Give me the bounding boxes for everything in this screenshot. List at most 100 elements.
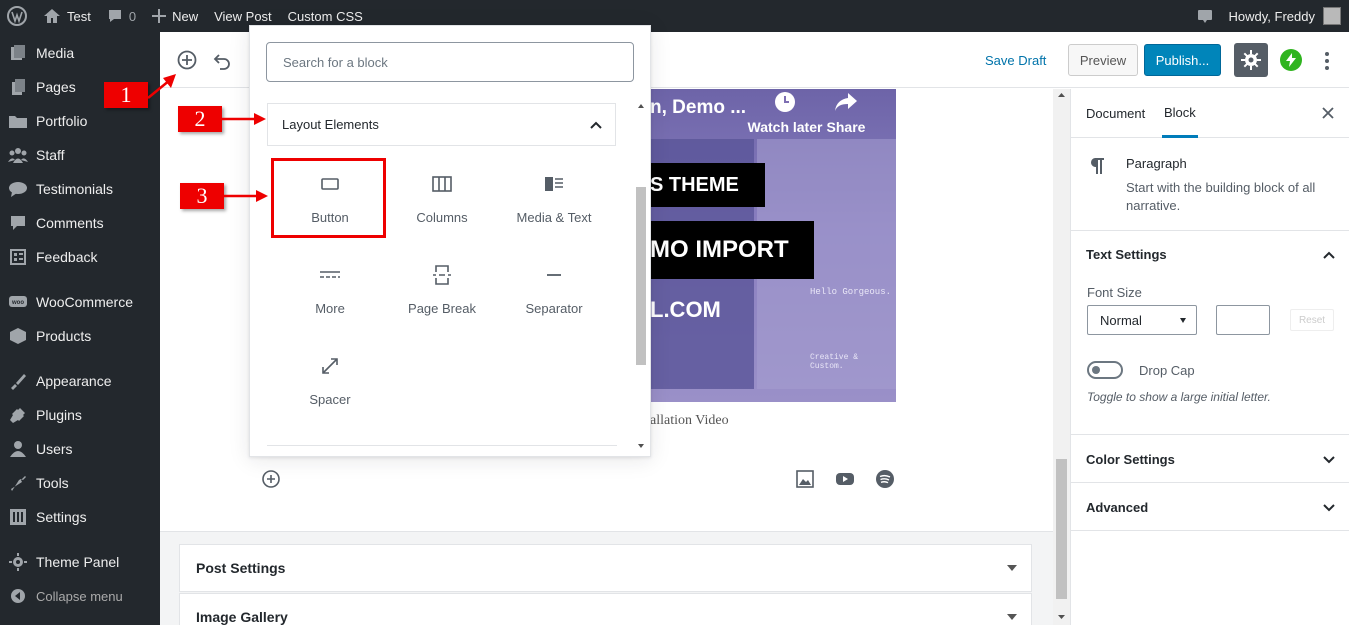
block-media-text[interactable]: Media & Text xyxy=(498,160,610,246)
jetpack-button[interactable] xyxy=(1280,49,1302,71)
portfolio-icon xyxy=(0,113,36,129)
spotify-block-button[interactable] xyxy=(875,469,895,489)
testimonials-icon xyxy=(0,180,36,198)
spacer-resize-icon xyxy=(318,354,342,378)
text-settings-title[interactable]: Text Settings xyxy=(1086,247,1167,262)
theme-panel-icon xyxy=(0,553,36,571)
color-settings-panel[interactable]: Color Settings xyxy=(1071,435,1349,483)
feedback-icon xyxy=(0,248,36,266)
sidebar-item-users[interactable]: Users xyxy=(0,432,160,466)
comments-link[interactable]: 0 xyxy=(99,0,144,32)
chevron-up-icon[interactable] xyxy=(1322,248,1336,262)
more-options-button[interactable] xyxy=(1320,49,1334,73)
editor-scrollbar-thumb[interactable] xyxy=(1056,459,1067,599)
sidebar-item-woocommerce[interactable]: woo WooCommerce xyxy=(0,285,160,319)
undo-icon xyxy=(213,54,230,70)
image-block-button[interactable] xyxy=(795,469,815,489)
layout-elements-panel-toggle[interactable]: Layout Elements xyxy=(267,103,616,146)
image-gallery-panel[interactable]: Image Gallery xyxy=(179,593,1032,625)
howdy-label: Howdy, Freddy xyxy=(1228,8,1315,24)
paragraph-icon xyxy=(1090,158,1104,174)
staff-icon xyxy=(0,146,36,164)
preview-button[interactable]: Preview xyxy=(1068,44,1138,76)
sidebar-item-staff[interactable]: Staff xyxy=(0,138,160,172)
plus-circle-icon xyxy=(262,470,280,488)
vertical-ellipsis-icon xyxy=(1325,52,1329,70)
comments-count: 0 xyxy=(128,8,137,24)
font-size-select[interactable]: Normal xyxy=(1087,305,1197,335)
site-name: Test xyxy=(67,8,91,24)
sidebar-item-tools[interactable]: Tools xyxy=(0,466,160,500)
watch-later-button[interactable]: Watch later xyxy=(746,91,824,139)
save-draft-button[interactable]: Save Draft xyxy=(985,53,1046,68)
image-icon xyxy=(796,470,814,488)
home-icon xyxy=(44,9,60,23)
custom-css-label: Custom CSS xyxy=(287,8,363,24)
close-icon xyxy=(1322,107,1334,119)
settings-tabs: Document Block xyxy=(1071,89,1349,138)
inline-add-block-button[interactable] xyxy=(261,469,281,489)
chevron-down-icon xyxy=(1323,456,1335,464)
block-spacer[interactable]: Spacer xyxy=(274,342,386,428)
youtube-block-button[interactable] xyxy=(835,469,855,489)
sidebar-item-plugins[interactable]: Plugins xyxy=(0,398,160,432)
collapse-menu-label: Collapse menu xyxy=(36,588,123,604)
sidebar-item-label: Pages xyxy=(36,79,76,95)
inserter-scrollbar-thumb[interactable] xyxy=(636,187,646,365)
block-label: Separator xyxy=(525,301,583,316)
editor-scrollbar[interactable] xyxy=(1053,89,1070,625)
my-account-link[interactable]: Howdy, Freddy xyxy=(1221,0,1349,32)
sidebar-item-feedback[interactable]: Feedback xyxy=(0,240,160,274)
collapse-menu-button[interactable]: Collapse menu xyxy=(0,579,160,613)
sidebar-item-label: WooCommerce xyxy=(36,294,133,310)
view-post-label: View Post xyxy=(214,8,272,24)
post-settings-panel[interactable]: Post Settings xyxy=(179,544,1032,592)
notifications-icon[interactable] xyxy=(1189,0,1221,32)
block-page-break[interactable]: Page Break xyxy=(386,251,498,337)
close-sidebar-button[interactable] xyxy=(1321,106,1335,120)
wordpress-logo-icon[interactable] xyxy=(0,0,35,32)
users-icon xyxy=(0,440,36,458)
site-name-link[interactable]: Test xyxy=(35,0,99,32)
block-separator[interactable]: Separator xyxy=(498,251,610,337)
add-block-button[interactable] xyxy=(176,49,198,71)
sidebar-item-appearance[interactable]: Appearance xyxy=(0,364,160,398)
publish-button[interactable]: Publish... xyxy=(1144,44,1221,76)
new-content-link[interactable]: New xyxy=(144,0,206,32)
block-more[interactable]: More xyxy=(274,251,386,337)
drop-cap-toggle[interactable] xyxy=(1087,361,1123,379)
caret-down-icon xyxy=(1007,565,1017,571)
sidebar-item-label: Users xyxy=(36,441,73,457)
settings-sidebar: Document Block Paragraph Start with the … xyxy=(1070,89,1349,625)
custom-font-size-input[interactable] xyxy=(1216,305,1270,335)
block-label: Media & Text xyxy=(516,210,592,225)
sidebar-item-theme-panel[interactable]: Theme Panel xyxy=(0,545,160,579)
admin-sidebar: Media Pages Portfolio Staff Testimonials… xyxy=(0,32,160,625)
settings-toggle-button[interactable] xyxy=(1234,43,1268,77)
plus-icon xyxy=(152,9,167,23)
block-columns[interactable]: Columns xyxy=(386,160,498,246)
video-caption[interactable]: allation Video xyxy=(650,413,729,429)
advanced-panel[interactable]: Advanced xyxy=(1071,483,1349,531)
sidebar-item-media[interactable]: Media xyxy=(0,36,160,70)
block-label: Columns xyxy=(416,210,468,225)
block-search-input[interactable] xyxy=(266,42,634,82)
sidebar-item-products[interactable]: Products xyxy=(0,319,160,353)
block-inserter-popover: Layout Elements Button Columns Media & T… xyxy=(249,25,651,457)
sidebar-item-comments[interactable]: Comments xyxy=(0,206,160,240)
undo-button[interactable] xyxy=(212,50,234,72)
tab-block[interactable]: Block xyxy=(1162,89,1198,138)
sidebar-item-testimonials[interactable]: Testimonials xyxy=(0,172,160,206)
sidebar-item-settings[interactable]: Settings xyxy=(0,500,160,534)
tab-document[interactable]: Document xyxy=(1086,89,1145,138)
share-label: Share xyxy=(826,119,866,135)
reset-font-size-button[interactable]: Reset xyxy=(1290,309,1334,331)
video-embed[interactable]: n, Demo ... Watch later Share S THEME MO… xyxy=(650,89,896,402)
block-description: Start with the building block of all nar… xyxy=(1126,180,1316,213)
share-button[interactable]: Share xyxy=(822,91,870,139)
image-gallery-title: Image Gallery xyxy=(196,609,288,625)
caret-down-icon xyxy=(1007,614,1017,620)
clock-icon xyxy=(775,92,795,112)
inserter-scrollbar[interactable] xyxy=(634,101,648,454)
sidebar-item-portfolio[interactable]: Portfolio xyxy=(0,104,160,138)
